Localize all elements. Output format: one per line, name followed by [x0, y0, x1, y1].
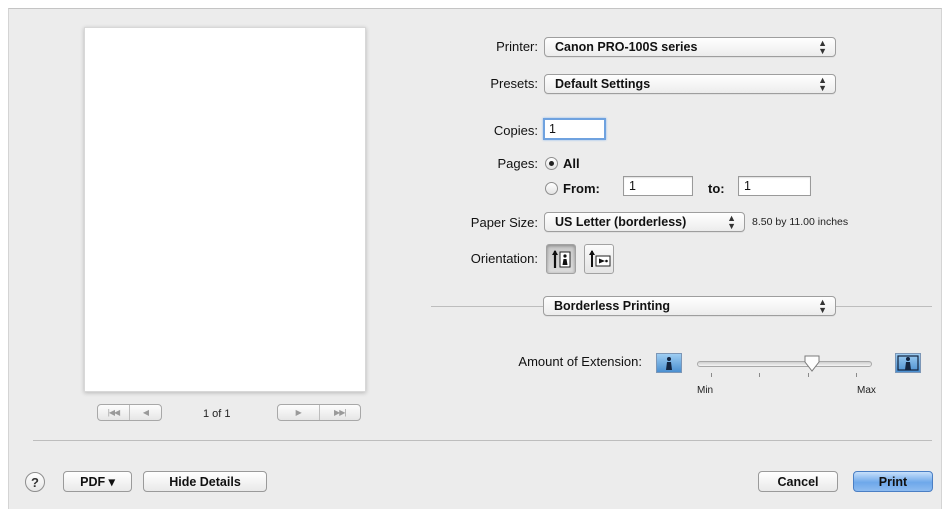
- back-navigation-group: |◀◀ ◀: [97, 404, 162, 421]
- next-page-icon[interactable]: ▶: [278, 405, 319, 420]
- paper-size-select[interactable]: US Letter (borderless) ▲ ▼: [544, 212, 745, 232]
- page-preview: [84, 27, 366, 392]
- printer-select[interactable]: Canon PRO-100S series ▲ ▼: [544, 37, 836, 57]
- copies-label: Copies:: [493, 123, 538, 138]
- paper-size-value: US Letter (borderless): [555, 215, 687, 229]
- extension-slider-thumb[interactable]: [803, 355, 821, 373]
- extension-slider-track[interactable]: [697, 361, 872, 367]
- extension-min-label: Min: [697, 385, 714, 396]
- extension-max-icon: [895, 353, 921, 373]
- pages-label: Pages:: [497, 156, 538, 171]
- presets-value: Default Settings: [555, 77, 651, 91]
- footer-divider: [33, 440, 932, 441]
- portrait-orientation-button[interactable]: [546, 244, 576, 274]
- extension-label: Amount of Extension:: [518, 354, 642, 369]
- popup-arrows-icon: ▲ ▼: [727, 213, 736, 231]
- help-icon[interactable]: ?: [25, 472, 45, 492]
- pages-from-label: From:: [563, 181, 600, 196]
- portrait-orientation-icon: [552, 250, 571, 268]
- pages-all-label: All: [563, 156, 580, 171]
- extension-tick: [856, 373, 857, 377]
- extension-tick: [759, 373, 761, 377]
- last-page-icon[interactable]: ▶▶|: [318, 405, 361, 420]
- presets-label: Presets:: [490, 76, 538, 91]
- extension-tick: [807, 373, 809, 377]
- print-button[interactable]: Print: [853, 471, 933, 492]
- pdf-button[interactable]: PDF ▾: [63, 471, 132, 492]
- pages-all-radio[interactable]: [545, 157, 558, 170]
- popup-arrows-icon: ▲ ▼: [818, 297, 827, 315]
- orientation-label: Orientation:: [470, 251, 538, 266]
- pages-from-field[interactable]: 1: [623, 176, 693, 196]
- extension-tick: [711, 373, 712, 377]
- pages-to-field[interactable]: 1: [738, 176, 811, 196]
- section-value: Borderless Printing: [554, 299, 670, 313]
- section-select[interactable]: Borderless Printing ▲ ▼: [543, 296, 836, 316]
- forward-navigation-group: ▶ ▶▶|: [277, 404, 361, 421]
- presets-select[interactable]: Default Settings ▲ ▼: [544, 74, 836, 94]
- paper-dimensions: 8.50 by 11.00 inches: [752, 216, 849, 228]
- hide-details-button[interactable]: Hide Details: [143, 471, 267, 492]
- copies-field[interactable]: 1: [543, 118, 606, 140]
- page-count: 1 of 1: [203, 408, 231, 420]
- cancel-button[interactable]: Cancel: [758, 471, 838, 492]
- section-divider-left: [431, 306, 543, 307]
- paper-size-label: Paper Size:: [470, 215, 538, 230]
- pages-to-label: to:: [708, 181, 725, 196]
- extension-max-label: Max: [857, 385, 876, 396]
- extension-min-icon: [656, 353, 682, 373]
- landscape-orientation-icon: [589, 250, 611, 267]
- printer-value: Canon PRO-100S series: [555, 40, 698, 54]
- popup-arrows-icon: ▲ ▼: [818, 38, 827, 56]
- first-page-icon[interactable]: |◀◀: [98, 405, 129, 420]
- section-divider-right: [836, 306, 932, 307]
- landscape-orientation-button[interactable]: [584, 244, 614, 274]
- printer-label: Printer:: [496, 39, 538, 54]
- previous-page-icon[interactable]: ◀: [129, 405, 161, 420]
- popup-arrows-icon: ▲ ▼: [818, 75, 827, 93]
- pages-from-radio[interactable]: [545, 182, 558, 195]
